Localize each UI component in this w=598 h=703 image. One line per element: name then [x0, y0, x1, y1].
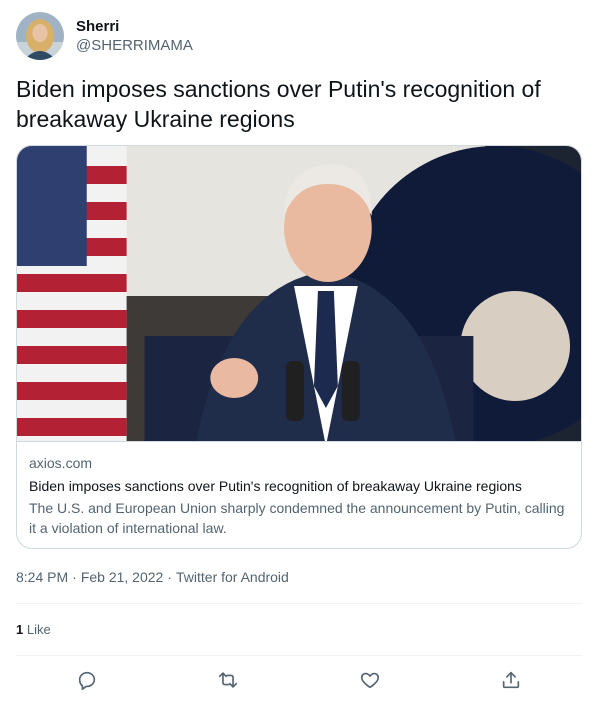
display-name[interactable]: Sherri	[76, 17, 193, 36]
retweet-icon	[219, 672, 238, 688]
divider	[16, 603, 582, 604]
retweet-button[interactable]	[208, 666, 248, 694]
tweet-source[interactable]: Twitter for Android	[176, 568, 289, 586]
tweet-date[interactable]: Feb 21, 2022	[81, 568, 164, 586]
card-title: Biden imposes sanctions over Putin's rec…	[29, 478, 522, 494]
reply-button[interactable]	[67, 666, 107, 694]
link-card[interactable]: axios.com Biden imposes sanctions over P…	[16, 145, 582, 549]
avatar[interactable]	[16, 12, 64, 60]
tweet-header: Sherri @SHERRIMAMA	[16, 12, 193, 60]
divider	[16, 655, 582, 656]
share-button[interactable]	[491, 666, 531, 694]
card-description: The U.S. and European Union sharply cond…	[29, 500, 565, 536]
tweet-time[interactable]: 8:24 PM	[16, 568, 68, 586]
meta-separator: ·	[72, 569, 77, 585]
like-label: Like	[26, 622, 51, 637]
like-count: 1	[16, 622, 24, 637]
card-image	[17, 146, 581, 441]
action-bar	[16, 666, 582, 694]
user-handle[interactable]: @SHERRIMAMA	[76, 36, 193, 55]
meta-separator: ·	[167, 569, 172, 585]
like-count-link[interactable]: 1 Like	[16, 622, 51, 637]
card-domain: axios.com	[29, 455, 93, 471]
like-icon	[360, 672, 379, 689]
like-button[interactable]	[350, 666, 390, 694]
reply-icon	[78, 671, 95, 690]
tweet-text: Biden imposes sanctions over Putin's rec…	[16, 76, 541, 132]
tweet-metadata: 8:24 PM · Feb 21, 2022 · Twitter for And…	[16, 568, 289, 586]
share-icon	[503, 671, 520, 689]
